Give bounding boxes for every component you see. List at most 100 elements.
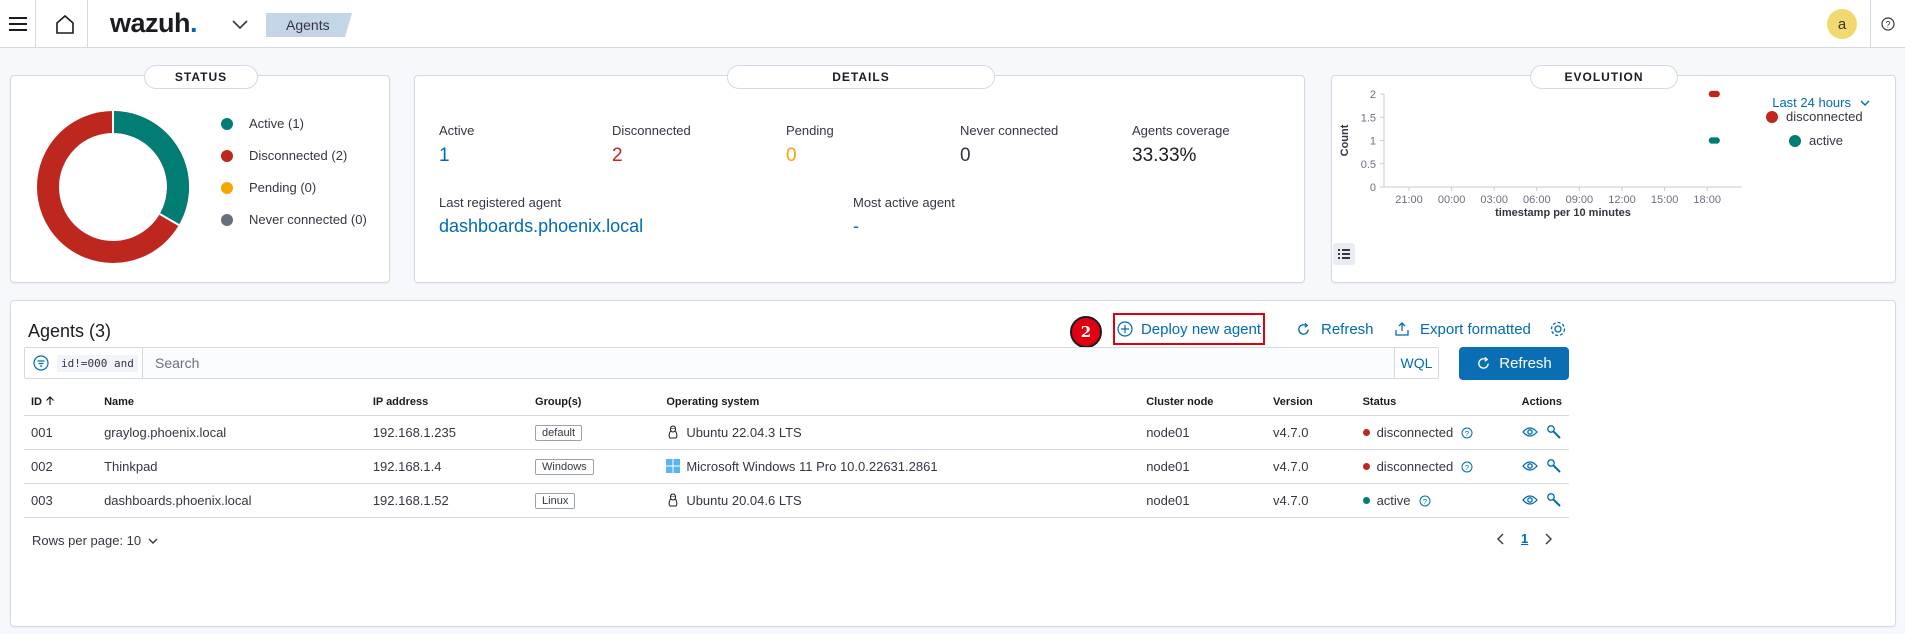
pending-count[interactable]: 0: [786, 145, 797, 167]
page-number-current[interactable]: 1: [1521, 531, 1528, 546]
cell-os: Microsoft Windows 11 Pro 10.0.22631.2861: [659, 449, 1140, 484]
status-legend-item[interactable]: Active (1): [221, 116, 304, 131]
legend-toggle-button[interactable]: [1333, 243, 1355, 265]
time-range-selector[interactable]: Last 24 hours: [1772, 95, 1871, 110]
last-registered-label: Last registered agent: [439, 195, 562, 210]
evolution-line-chart: 0 0.5 1 1.5 2 21:00 00:00 03:00 06:00 09:00 12:00 1…: [1339, 89, 1742, 219]
most-active-agent-link[interactable]: -: [853, 216, 859, 237]
os-label: Microsoft Windows 11 Pro 10.0.22631.2861: [686, 458, 938, 474]
column-header-ip[interactable]: IP address: [365, 389, 529, 416]
search-filter[interactable]: id!=000 and: [25, 348, 143, 378]
cell-ip: 192.168.1.235: [365, 415, 529, 450]
column-header-id[interactable]: ID: [24, 389, 98, 416]
wql-toggle[interactable]: WQL: [1394, 348, 1438, 378]
app-switcher-chevron[interactable]: [229, 13, 251, 35]
table-row[interactable]: 001 graylog.phoenix.local 192.168.1.235 def…: [24, 415, 1569, 450]
table-header-row: ID Name IP address Group(s) Operating sy…: [24, 389, 1569, 416]
windows-icon: [666, 458, 681, 473]
legend-label: Pending (0): [249, 180, 317, 195]
cell-actions: [1514, 415, 1569, 450]
status-panel: STATUS Active (1) Disconnected (2) Pending…: [10, 65, 390, 283]
wazuh-logo[interactable]: wazuh.: [110, 8, 198, 39]
x-axis-label: timestamp per 10 minutes: [1495, 207, 1631, 219]
wrench-icon[interactable]: [1546, 492, 1562, 508]
cell-version: v4.7.0: [1266, 415, 1356, 450]
chevron-left-icon[interactable]: [1495, 532, 1507, 546]
group-badge[interactable]: default: [535, 424, 583, 441]
table-settings-button[interactable]: [1549, 315, 1567, 343]
legend-swatch: [221, 149, 233, 162]
group-badge[interactable]: Linux: [535, 492, 576, 509]
breadcrumb-agents[interactable]: Agents: [266, 13, 352, 37]
disconnected-count[interactable]: 2: [612, 145, 623, 167]
eye-icon[interactable]: [1522, 494, 1538, 506]
rows-per-page-label: Rows per page: 10: [32, 533, 142, 548]
evolution-panel: EVOLUTION Last 24 hours disconnected acti…: [1331, 65, 1896, 283]
help-icon[interactable]: ?: [1461, 461, 1473, 473]
status-legend-item[interactable]: Pending (0): [221, 180, 316, 195]
pagination: 1: [1495, 531, 1554, 546]
column-header-version[interactable]: Version: [1266, 389, 1356, 416]
active-count[interactable]: 1: [439, 145, 450, 167]
column-header-os[interactable]: Operating system: [659, 389, 1140, 416]
column-header-name[interactable]: Name: [97, 389, 366, 416]
refresh-button[interactable]: Refresh: [1459, 347, 1569, 380]
help-button[interactable]: ?: [1870, 0, 1905, 47]
refresh-link-label: Refresh: [1321, 320, 1374, 338]
donut-slice-active: [112, 111, 189, 225]
cell-node: node01: [1139, 449, 1267, 484]
column-header-status[interactable]: Status: [1355, 389, 1515, 416]
status-legend-item[interactable]: Disconnected (2): [221, 148, 347, 163]
cell-os: Ubuntu 22.04.3 LTS: [659, 415, 1140, 450]
pending-label: Pending: [786, 123, 834, 138]
column-header-node[interactable]: Cluster node: [1139, 389, 1267, 416]
evolution-legend-item[interactable]: disconnected: [1766, 109, 1863, 124]
deploy-new-agent-button[interactable]: Deploy new agent: [1113, 313, 1265, 345]
status-dot: [1362, 462, 1370, 470]
cell-status: disconnected?: [1355, 449, 1515, 484]
wrench-icon[interactable]: [1546, 458, 1562, 474]
chevron-right-icon[interactable]: [1542, 532, 1554, 546]
legend-swatch: [1766, 110, 1778, 123]
linux-icon: [668, 493, 678, 506]
column-header-groups[interactable]: Group(s): [528, 389, 660, 416]
chevron-down-icon: [148, 538, 158, 544]
arrow-up-icon: [46, 395, 54, 405]
active-label: Active: [439, 123, 475, 138]
menu-button[interactable]: [0, 0, 36, 47]
table-row[interactable]: 003 dashboards.phoenix.local 192.168.1.52 L…: [24, 483, 1569, 518]
status-legend-item[interactable]: Never connected (0): [221, 212, 367, 227]
rows-per-page-selector[interactable]: Rows per page: 10: [32, 533, 159, 548]
menu-icon: [8, 16, 27, 31]
search-filter-chip: id!=000 and: [57, 354, 138, 372]
x-tick-label: 03:00: [1480, 194, 1508, 206]
cell-os: Ubuntu 20.04.6 LTS: [659, 483, 1140, 518]
cell-group: Windows: [528, 449, 660, 484]
data-point-active: [1713, 137, 1720, 144]
export-formatted-button[interactable]: Export formatted: [1394, 315, 1531, 343]
svg-text:?: ?: [1885, 19, 1890, 29]
refresh-button-label: Refresh: [1499, 355, 1552, 372]
cell-id: 003: [24, 483, 98, 518]
legend-swatch: [221, 117, 233, 130]
avatar[interactable]: a: [1827, 9, 1857, 39]
y-tick-label: 1.5: [1361, 112, 1376, 124]
help-icon[interactable]: ?: [1461, 427, 1473, 439]
table-row[interactable]: 002 Thinkpad 192.168.1.4 Windows Microsoft W…: [24, 449, 1569, 484]
evolution-legend-item[interactable]: active: [1789, 133, 1843, 148]
x-tick-label: 06:00: [1523, 194, 1551, 206]
last-registered-agent-link[interactable]: dashboards.phoenix.local: [439, 216, 643, 237]
eye-icon[interactable]: [1522, 426, 1538, 438]
help-icon[interactable]: ?: [1419, 495, 1431, 507]
eye-icon[interactable]: [1522, 460, 1538, 472]
group-badge[interactable]: Windows: [535, 458, 594, 475]
cell-id: 002: [24, 449, 98, 484]
linux-icon: [668, 425, 678, 438]
wrench-icon[interactable]: [1546, 424, 1562, 440]
never-connected-count[interactable]: 0: [960, 145, 971, 167]
status-label: disconnected: [1376, 424, 1454, 440]
os-label: Ubuntu 22.04.3 LTS: [686, 424, 802, 440]
home-button[interactable]: [42, 0, 88, 47]
refresh-link-button[interactable]: Refresh: [1296, 315, 1374, 343]
search-input[interactable]: Search: [155, 355, 199, 371]
